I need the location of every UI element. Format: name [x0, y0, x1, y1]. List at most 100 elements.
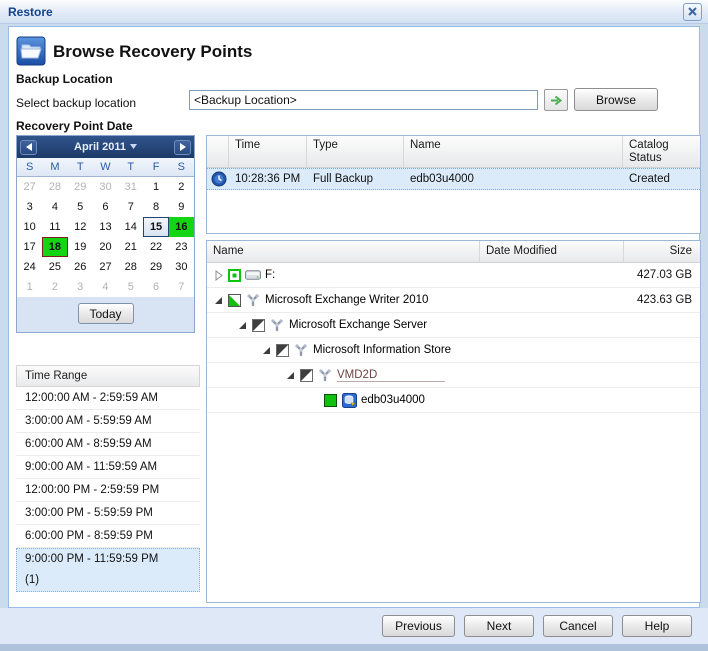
tree-expander[interactable]: [261, 345, 272, 356]
calendar-day[interactable]: 22: [143, 237, 168, 257]
page-title: Browse Recovery Points: [53, 42, 252, 62]
calendar-day[interactable]: 1: [143, 177, 168, 197]
tree-row[interactable]: VMD2D: [207, 363, 700, 388]
calendar-day[interactable]: 29: [143, 257, 168, 277]
time-range-item[interactable]: 6:00:00 PM - 8:59:59 PM: [16, 525, 200, 548]
calendar-day[interactable]: 4: [93, 277, 118, 297]
recovery-point-time: 10:28:36 PM: [229, 173, 307, 185]
calendar-day[interactable]: 15: [143, 217, 168, 237]
recovery-point-row[interactable]: 10:28:36 PM Full Backup edb03u4000 Creat…: [207, 168, 700, 190]
tree-checkbox[interactable]: [300, 369, 313, 382]
calendar-next-button[interactable]: [174, 140, 191, 155]
time-range-item[interactable]: 3:00:00 AM - 5:59:59 AM: [16, 410, 200, 433]
go-button[interactable]: [544, 89, 568, 111]
expander-expanded-icon: [261, 345, 272, 356]
column-size: Size: [624, 241, 700, 262]
time-range-header: Time Range: [16, 365, 200, 387]
previous-button[interactable]: Previous: [382, 615, 455, 637]
time-range-item[interactable]: 12:00:00 AM - 2:59:59 AM: [16, 387, 200, 410]
tree-row[interactable]: Microsoft Information Store: [207, 338, 700, 363]
calendar-day[interactable]: 29: [68, 177, 93, 197]
calendar-day[interactable]: 2: [42, 277, 67, 297]
calendar-day[interactable]: 12: [68, 217, 93, 237]
tree-row[interactable]: Microsoft Exchange Writer 2010423.63 GB: [207, 288, 700, 313]
tree-checkbox[interactable]: [228, 269, 241, 282]
calendar-day[interactable]: 27: [17, 177, 42, 197]
calendar-day[interactable]: 28: [118, 257, 143, 277]
calendar-day[interactable]: 27: [93, 257, 118, 277]
calendar-day[interactable]: 19: [68, 237, 93, 257]
recovery-points-panel: Time Type Name Catalog Status 10:28:36 P…: [206, 135, 701, 234]
help-button[interactable]: Help: [622, 615, 692, 637]
tree-checkbox[interactable]: [276, 344, 289, 357]
expander-spacer: [309, 395, 320, 406]
calendar-day[interactable]: 30: [93, 177, 118, 197]
expander-expanded-icon: [237, 320, 248, 331]
calendar-day[interactable]: 5: [68, 197, 93, 217]
tree-checkbox[interactable]: [252, 319, 265, 332]
calendar-day[interactable]: 11: [42, 217, 67, 237]
writer-icon: [317, 367, 333, 383]
calendar-day[interactable]: 18: [42, 237, 67, 257]
time-range-item[interactable]: 12:00:00 PM - 2:59:59 PM: [16, 479, 200, 502]
tree-row-label: Microsoft Exchange Server: [289, 319, 427, 331]
time-range-count: (1): [25, 570, 195, 591]
checkbox-half-dark-icon: [252, 319, 265, 332]
tree-row-size: 423.63 GB: [624, 294, 700, 306]
calendar-day[interactable]: 6: [93, 197, 118, 217]
calendar-day[interactable]: 6: [143, 277, 168, 297]
recovery-point-name: edb03u4000: [404, 173, 623, 185]
calendar-day[interactable]: 5: [118, 277, 143, 297]
calendar-day-header: T: [68, 158, 93, 177]
calendar-day[interactable]: 1: [17, 277, 42, 297]
calendar-day[interactable]: 30: [169, 257, 194, 277]
tree-row[interactable]: edb03u4000: [207, 388, 700, 413]
calendar-day[interactable]: 13: [93, 217, 118, 237]
calendar-day[interactable]: 14: [118, 217, 143, 237]
calendar-day[interactable]: 4: [42, 197, 67, 217]
calendar-day[interactable]: 9: [169, 197, 194, 217]
time-range-item[interactable]: 9:00:00 PM - 11:59:59 PM(1): [16, 548, 200, 592]
tree-row-label: edb03u4000: [361, 394, 425, 406]
column-icon: [207, 136, 229, 167]
browse-button[interactable]: Browse: [574, 88, 658, 111]
backup-location-input[interactable]: [189, 90, 538, 110]
calendar-day[interactable]: 7: [169, 277, 194, 297]
close-button[interactable]: [683, 3, 702, 21]
tree-expander[interactable]: [213, 295, 224, 306]
time-range-item[interactable]: 9:00:00 AM - 11:59:59 AM: [16, 456, 200, 479]
calendar-day[interactable]: 23: [169, 237, 194, 257]
cancel-button[interactable]: Cancel: [543, 615, 613, 637]
calendar-day[interactable]: 20: [93, 237, 118, 257]
calendar-day-header: M: [42, 158, 67, 177]
calendar-day[interactable]: 26: [68, 257, 93, 277]
calendar-prev-button[interactable]: [20, 140, 37, 155]
calendar-day[interactable]: 17: [17, 237, 42, 257]
calendar-month-selector[interactable]: April 2011: [37, 141, 174, 153]
calendar-day[interactable]: 3: [17, 197, 42, 217]
tree-row[interactable]: Microsoft Exchange Server: [207, 313, 700, 338]
calendar-day[interactable]: 3: [68, 277, 93, 297]
calendar-day[interactable]: 24: [17, 257, 42, 277]
calendar-day[interactable]: 10: [17, 217, 42, 237]
calendar-day[interactable]: 28: [42, 177, 67, 197]
calendar-day[interactable]: 31: [118, 177, 143, 197]
tree-expander[interactable]: [285, 370, 296, 381]
tree-expander[interactable]: [213, 270, 224, 281]
time-range-item[interactable]: 3:00:00 PM - 5:59:59 PM: [16, 502, 200, 525]
tree-expander[interactable]: [237, 320, 248, 331]
tree-checkbox[interactable]: [324, 394, 337, 407]
time-range-item[interactable]: 6:00:00 AM - 8:59:59 AM: [16, 433, 200, 456]
calendar-day[interactable]: 8: [143, 197, 168, 217]
tree-checkbox[interactable]: [228, 294, 241, 307]
calendar-day[interactable]: 7: [118, 197, 143, 217]
calendar-day[interactable]: 21: [118, 237, 143, 257]
drive-icon: [245, 267, 261, 283]
calendar-day[interactable]: 25: [42, 257, 67, 277]
tree-row[interactable]: F:427.03 GB: [207, 263, 700, 288]
restore-dialog: Restore Browse Recovery Points Backup Lo…: [0, 0, 708, 651]
calendar-day[interactable]: 2: [169, 177, 194, 197]
calendar-day[interactable]: 16: [169, 217, 194, 237]
today-button[interactable]: Today: [78, 303, 134, 324]
next-button[interactable]: Next: [464, 615, 534, 637]
